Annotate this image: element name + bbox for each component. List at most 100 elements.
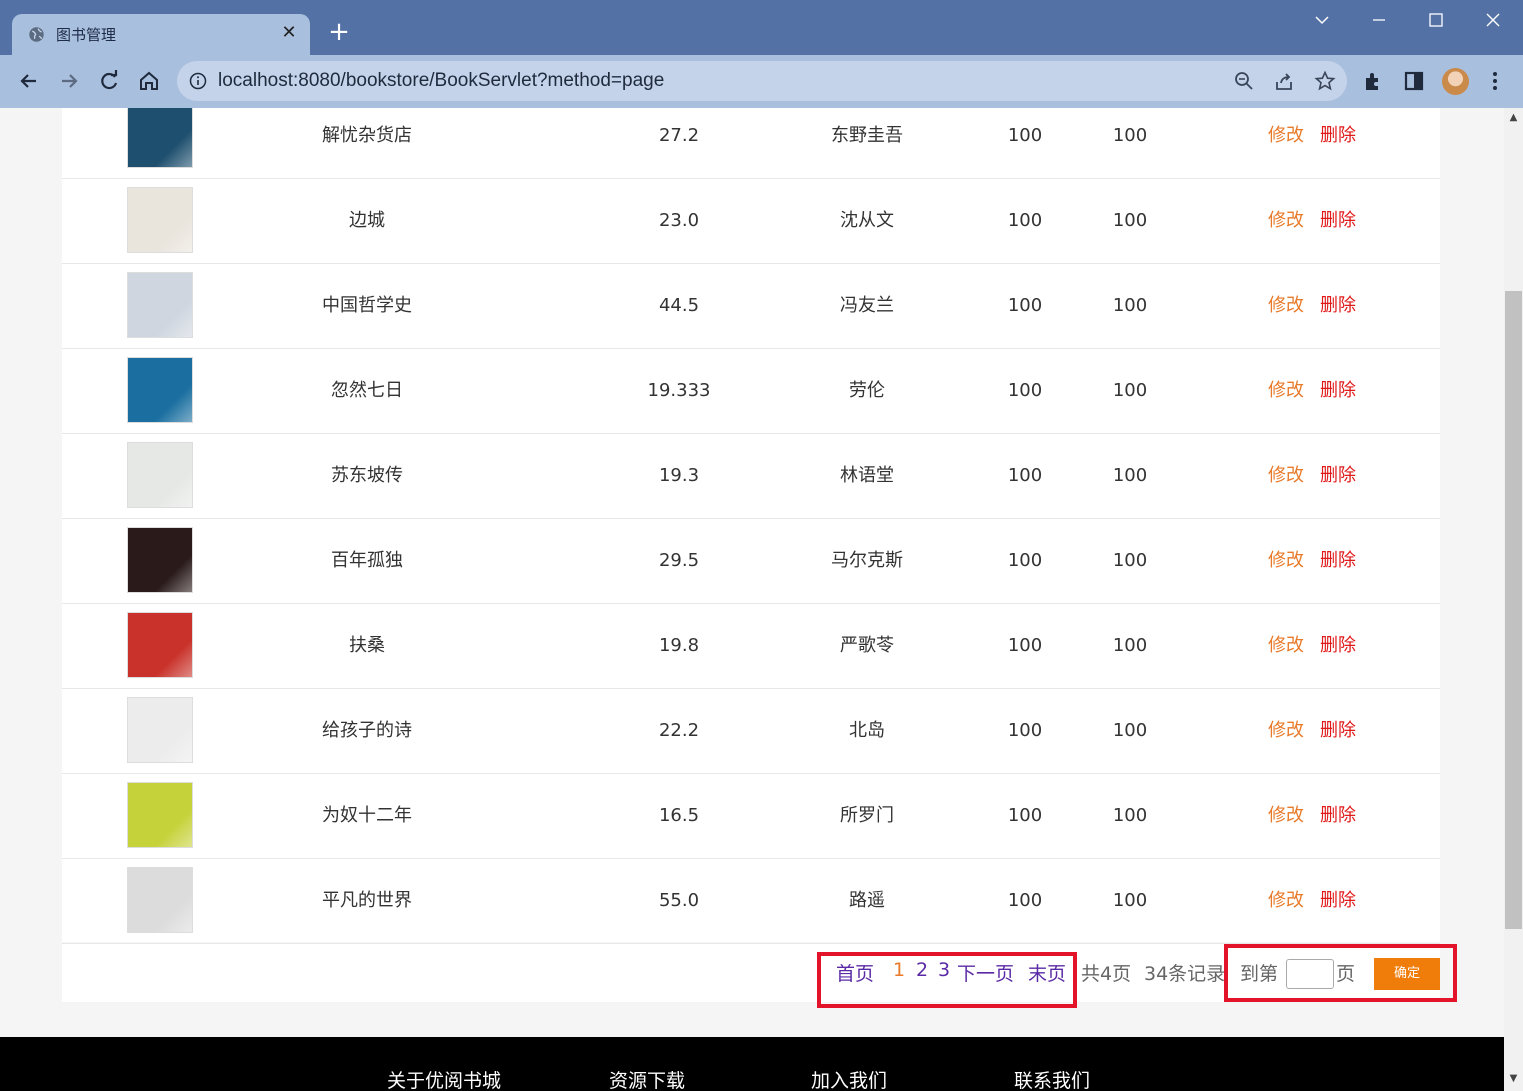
book-cover-image — [127, 272, 193, 338]
book-sales-cell: 100 — [1112, 210, 1148, 231]
total-records-text: 34条记录 — [1144, 963, 1226, 985]
zoom-icon[interactable] — [1233, 70, 1255, 92]
edit-link[interactable]: 修改 — [1268, 264, 1304, 348]
book-sales-cell: 100 — [1112, 380, 1148, 401]
home-icon[interactable] — [135, 67, 163, 95]
table-row: 中国哲学史 44.5 冯友兰 100 100 修改 删除 — [62, 264, 1440, 349]
footer-link-downloads[interactable]: 资源下载 — [609, 1066, 685, 1091]
table-row: 平凡的世界 55.0 路遥 100 100 修改 删除 — [62, 859, 1440, 944]
scroll-down-arrow-icon[interactable]: ▼ — [1504, 1073, 1523, 1087]
edit-link[interactable]: 修改 — [1268, 108, 1304, 178]
book-sales-cell: 100 — [1112, 295, 1148, 316]
delete-link[interactable]: 删除 — [1320, 349, 1356, 433]
book-price-cell: 44.5 — [658, 295, 700, 316]
book-sales-cell: 100 — [1112, 805, 1148, 826]
delete-link[interactable]: 删除 — [1320, 264, 1356, 348]
book-price-cell: 22.2 — [658, 720, 700, 741]
edit-link[interactable]: 修改 — [1268, 519, 1304, 603]
page-link-current[interactable]: 1 — [893, 959, 905, 981]
footer-link-about[interactable]: 关于优阅书城 — [387, 1066, 501, 1091]
new-tab-button[interactable]: + — [326, 19, 352, 45]
footer-link-contact[interactable]: 联系我们 — [1014, 1066, 1090, 1091]
edit-link[interactable]: 修改 — [1268, 774, 1304, 858]
side-panel-icon[interactable] — [1402, 69, 1426, 93]
delete-link[interactable]: 删除 — [1320, 689, 1356, 773]
tab-search-chevron-icon[interactable] — [1307, 8, 1337, 32]
book-price-cell: 19.333 — [647, 380, 711, 401]
close-window-icon[interactable] — [1478, 8, 1508, 32]
address-bar[interactable]: localhost:8080/bookstore/BookServlet?met… — [177, 61, 1347, 101]
edit-link[interactable]: 修改 — [1268, 604, 1304, 688]
book-price-cell: 19.8 — [658, 635, 700, 656]
book-name-cell: 边城 — [349, 210, 385, 231]
delete-link[interactable]: 删除 — [1320, 859, 1356, 943]
browser-tab[interactable]: 图书管理 ✕ — [12, 14, 310, 55]
profile-avatar[interactable] — [1442, 68, 1469, 95]
first-page-link[interactable]: 首页 — [836, 959, 874, 986]
book-price-cell: 55.0 — [658, 890, 700, 911]
goto-suffix-label: 页 — [1336, 963, 1356, 985]
book-author-cell: 沈从文 — [840, 210, 894, 231]
site-info-icon[interactable] — [189, 72, 207, 90]
book-author-cell: 严歌苓 — [840, 635, 894, 656]
book-name-cell: 为奴十二年 — [322, 805, 412, 826]
page-link[interactable]: 3 — [938, 959, 950, 981]
back-arrow-icon[interactable] — [15, 67, 43, 95]
scrollbar-thumb[interactable] — [1505, 291, 1522, 929]
share-icon[interactable] — [1273, 70, 1295, 92]
footer-link-join[interactable]: 加入我们 — [811, 1066, 887, 1091]
reload-icon[interactable] — [95, 67, 123, 95]
forward-arrow-icon[interactable] — [55, 67, 83, 95]
edit-link[interactable]: 修改 — [1268, 349, 1304, 433]
book-stock-cell: 100 — [1007, 720, 1043, 741]
edit-link[interactable]: 修改 — [1268, 179, 1304, 263]
more-menu-icon[interactable] — [1483, 69, 1507, 93]
book-cover-image — [127, 697, 193, 763]
book-price-cell: 23.0 — [658, 210, 700, 231]
url-text: localhost:8080/bookstore/BookServlet?met… — [218, 70, 665, 91]
table-row: 苏东坡传 19.3 林语堂 100 100 修改 删除 — [62, 434, 1440, 519]
book-author-cell: 东野圭吾 — [831, 125, 903, 146]
book-table: 解忧杂货店 27.2 东野圭吾 100 100 修改 删除 边城 23.0 沈从文 100 100 修改… — [62, 108, 1440, 944]
bookmark-star-icon[interactable] — [1314, 70, 1336, 92]
browser-title-bar: 图书管理 ✕ + — [0, 0, 1523, 55]
book-name-cell: 中国哲学史 — [322, 295, 412, 316]
book-price-cell: 27.2 — [658, 125, 700, 146]
edit-link[interactable]: 修改 — [1268, 689, 1304, 773]
goto-prefix-label: 到第 — [1240, 963, 1279, 985]
table-row: 给孩子的诗 22.2 北岛 100 100 修改 删除 — [62, 689, 1440, 774]
next-page-link[interactable]: 下一页 — [957, 959, 1014, 986]
book-author-cell: 路遥 — [849, 890, 885, 911]
delete-link[interactable]: 删除 — [1320, 774, 1356, 858]
book-stock-cell: 100 — [1007, 635, 1043, 656]
goto-page-input[interactable] — [1286, 959, 1334, 989]
vertical-scrollbar[interactable]: ▲ ▼ — [1504, 108, 1523, 1091]
last-page-link[interactable]: 末页 — [1028, 959, 1066, 986]
book-cover-image — [127, 108, 193, 168]
book-author-cell: 所罗门 — [840, 805, 894, 826]
table-row: 为奴十二年 16.5 所罗门 100 100 修改 删除 — [62, 774, 1440, 859]
delete-link[interactable]: 删除 — [1320, 179, 1356, 263]
edit-link[interactable]: 修改 — [1268, 859, 1304, 943]
book-name-cell: 忽然七日 — [331, 380, 403, 401]
delete-link[interactable]: 删除 — [1320, 604, 1356, 688]
book-author-cell: 马尔克斯 — [831, 550, 903, 571]
close-tab-icon[interactable]: ✕ — [278, 22, 300, 44]
delete-link[interactable]: 删除 — [1320, 434, 1356, 518]
book-cover-image — [127, 357, 193, 423]
book-stock-cell: 100 — [1007, 210, 1043, 231]
book-price-cell: 16.5 — [658, 805, 700, 826]
extensions-puzzle-icon[interactable] — [1362, 69, 1386, 93]
minimize-icon[interactable] — [1364, 8, 1394, 32]
edit-link[interactable]: 修改 — [1268, 434, 1304, 518]
table-row: 边城 23.0 沈从文 100 100 修改 删除 — [62, 179, 1440, 264]
book-cover-image — [127, 612, 193, 678]
delete-link[interactable]: 删除 — [1320, 519, 1356, 603]
book-name-cell: 扶桑 — [349, 635, 385, 656]
confirm-button[interactable]: 确定 — [1374, 958, 1440, 990]
delete-link[interactable]: 删除 — [1320, 108, 1356, 178]
scroll-up-arrow-icon[interactable]: ▲ — [1504, 112, 1523, 126]
maximize-icon[interactable] — [1421, 8, 1451, 32]
book-cover-image — [127, 187, 193, 253]
page-link[interactable]: 2 — [916, 959, 928, 981]
